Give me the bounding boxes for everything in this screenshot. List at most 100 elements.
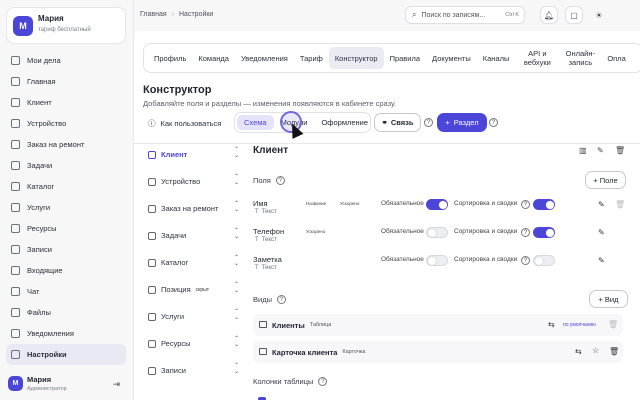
table-icon — [259, 321, 267, 328]
sidebar-item[interactable]: Услуги — [6, 197, 126, 218]
sidebar-item[interactable]: Чат — [6, 281, 126, 302]
trash-icon[interactable]: 🗑︎ — [609, 347, 619, 356]
breadcrumb-home[interactable]: Главная — [140, 11, 167, 18]
help-icon[interactable]: ? — [521, 228, 530, 237]
wrench-icon — [11, 224, 20, 233]
entity-label: Задачи — [161, 231, 187, 240]
edit-icon[interactable]: ✎ — [598, 200, 605, 209]
settings-tab[interactable]: Онлайн-запись — [559, 47, 601, 69]
link-button[interactable]: ⚭ Связь — [374, 113, 421, 132]
chat-icon[interactable]: ▢ — [565, 6, 583, 24]
hidden-badge: скрыт — [195, 286, 210, 293]
bell-icon[interactable]: 🔔︎ — [540, 6, 558, 24]
edit-icon[interactable]: ✎ — [598, 228, 605, 237]
sidebar-item[interactable]: Задачи — [6, 155, 126, 176]
sidebar-item[interactable]: Мои дела — [6, 50, 126, 71]
sidebar-item[interactable]: Главная — [6, 71, 126, 92]
entity-item[interactable]: Ресурсы — [148, 339, 191, 348]
sidebar-item[interactable]: Ресурсы — [6, 218, 126, 239]
view-row[interactable]: Карточка клиента Карточка ⇆ ☆ 🗑︎ — [253, 341, 623, 363]
field-name: Имя — [253, 199, 268, 208]
entity-item[interactable]: Позиция скрыт — [148, 285, 209, 294]
reorder-chevrons-icon[interactable]: ⌃ ⌄ — [234, 147, 239, 159]
entity-item[interactable]: Клиент — [148, 150, 187, 159]
home-icon — [11, 77, 20, 86]
sidebar-item[interactable]: Каталог — [6, 176, 126, 197]
sidebar-item[interactable]: Записи — [6, 239, 126, 260]
reorder-chevrons-icon[interactable]: ⌃ ⌄ — [234, 282, 239, 294]
search-input[interactable]: ⌕ Поиск по записям... Ctrl K — [405, 6, 525, 24]
sidebar-item[interactable]: Клиент — [6, 92, 126, 113]
mode-design[interactable]: Оформление — [314, 115, 375, 130]
help-icon[interactable]: ? — [276, 295, 286, 304]
current-user[interactable]: М Мария Администратор ⇥ — [6, 374, 126, 396]
required-toggle[interactable] — [426, 227, 448, 238]
help-icon[interactable]: ? — [424, 118, 433, 127]
edit-icon[interactable]: ✎ — [597, 146, 604, 155]
help-icon[interactable]: ? — [521, 256, 530, 265]
entity-item[interactable]: Каталог — [148, 258, 188, 267]
add-view-button[interactable]: + Вид — [589, 290, 628, 308]
layout-icon[interactable]: ▥ — [579, 146, 587, 155]
sidebar-item[interactable]: Уведомления — [6, 323, 126, 344]
entity-item[interactable]: Задачи — [148, 231, 186, 240]
view-row[interactable]: Клиенты Таблица ⇆ по умолчанию 🗑︎ — [253, 314, 623, 336]
entity-item[interactable]: Записи — [148, 366, 186, 375]
trash-icon[interactable]: 🗑︎ — [608, 320, 618, 329]
sort-label: Сортировка и сводки — [454, 256, 518, 263]
settings-tab[interactable]: Уведомления — [235, 47, 294, 69]
card-icon — [259, 348, 267, 355]
sidebar-item[interactable]: Заказ на ремонт — [6, 134, 126, 155]
settings-tab[interactable]: Профиль — [148, 47, 192, 69]
sidebar-item[interactable]: Настройки — [6, 344, 126, 365]
fields-label: Поля? — [253, 176, 285, 185]
settings-tab[interactable]: Конструктор — [328, 47, 384, 69]
settings-tab[interactable]: Опла — [601, 47, 631, 69]
sort-toggle[interactable] — [533, 227, 555, 238]
entity-item[interactable]: Заказ на ремонт — [148, 204, 218, 213]
reorder-chevrons-icon[interactable]: ⌃ ⌄ — [234, 255, 239, 267]
required-toggle[interactable] — [426, 255, 448, 266]
mode-schema[interactable]: Схема — [237, 115, 274, 130]
add-field-button[interactable]: + Поле — [585, 171, 626, 189]
reorder-chevrons-icon[interactable]: ⌃ ⌄ — [234, 309, 239, 321]
reorder-chevrons-icon[interactable]: ⌃ ⌄ — [234, 201, 239, 213]
settings-tab[interactable]: Документы — [426, 47, 477, 69]
reorder-chevrons-icon[interactable]: ⌃ ⌄ — [234, 228, 239, 240]
logout-icon[interactable]: ⇥ — [112, 379, 120, 390]
star-icon[interactable]: ☆ — [592, 346, 599, 355]
reorder-chevrons-icon[interactable]: ⌃ ⌄ — [234, 174, 239, 186]
settings-tab[interactable]: Правила — [384, 47, 426, 69]
required-toggle[interactable] — [426, 199, 448, 210]
reorder-chevrons-icon[interactable]: ⌃ ⌄ — [234, 363, 239, 375]
help-icon[interactable]: ? — [489, 118, 498, 127]
edit-icon[interactable]: ✎ — [598, 256, 605, 265]
plus-icon: + — [445, 118, 450, 127]
sidebar-item[interactable]: Входящие — [6, 260, 126, 281]
add-section-button[interactable]: + Раздел — [437, 113, 487, 132]
settings-tab[interactable]: API и вебхуки — [515, 47, 559, 69]
entity-item[interactable]: Устройство — [148, 177, 200, 186]
settings-tab[interactable]: Тариф — [294, 47, 329, 69]
settings-tab[interactable]: Команда — [192, 47, 235, 69]
theme-toggle-icon[interactable]: ☀ — [590, 6, 608, 24]
help-icon[interactable]: ? — [521, 200, 530, 209]
bell-icon — [11, 329, 20, 338]
sort-toggle[interactable] — [533, 199, 555, 210]
trash-icon[interactable]: 🗑︎ — [615, 146, 625, 155]
workspace-profile[interactable]: М Мария тариф бесплатный — [6, 7, 126, 44]
help-icon[interactable]: ? — [318, 377, 328, 386]
sliders-icon[interactable]: ⇆ — [548, 320, 555, 329]
reorder-chevrons-icon[interactable]: ⌃ ⌄ — [234, 336, 239, 348]
user-role: Администратор — [27, 386, 67, 392]
help-icon[interactable]: ? — [275, 176, 285, 185]
trash-icon[interactable]: 🗑︎ — [615, 200, 625, 209]
chat-icon — [11, 287, 20, 296]
entity-item[interactable]: Услуги — [148, 312, 184, 321]
sort-toggle[interactable] — [533, 255, 555, 266]
sliders-icon[interactable]: ⇆ — [575, 347, 582, 356]
settings-tab[interactable]: Каналы — [477, 47, 516, 69]
sidebar-item[interactable]: Файлы — [6, 302, 126, 323]
sidebar-item[interactable]: Устройство — [6, 113, 126, 134]
how-to-link[interactable]: ⓘ Как пользоваться — [148, 118, 221, 129]
